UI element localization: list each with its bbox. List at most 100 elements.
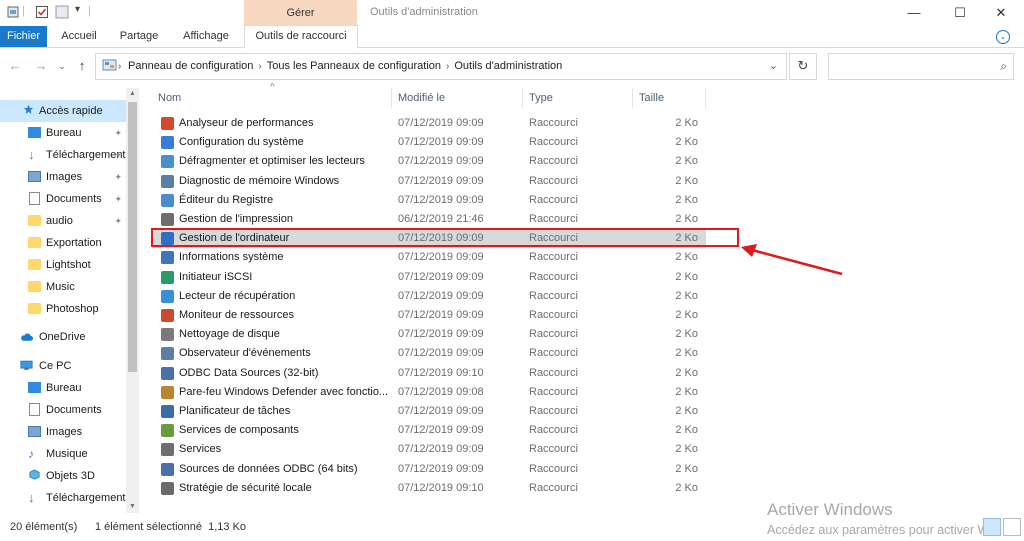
customize-toolbar-icon[interactable]: ▾ — [75, 4, 80, 15]
context-tab-manage[interactable]: Gérer — [244, 0, 357, 26]
file-type: Raccourci — [529, 309, 578, 321]
checkbox-icon[interactable] — [35, 5, 49, 19]
cloud-icon — [21, 333, 33, 341]
nav-item-images[interactable]: Images ✦ — [0, 166, 126, 188]
breadcrumb-item[interactable]: Outils d'administration — [454, 60, 562, 72]
file-row[interactable]: Configuration du système 07/12/2019 09:09… — [152, 133, 706, 152]
forward-button[interactable]: → — [32, 57, 50, 75]
nav-item-photoshop[interactable]: Photoshop — [0, 298, 126, 320]
file-size: 2 Ko — [675, 367, 698, 379]
shortcut-icon — [161, 136, 174, 149]
file-row[interactable]: Planificateur de tâches 07/12/2019 09:09 R… — [152, 402, 706, 421]
scroll-thumb[interactable] — [128, 102, 137, 372]
scroll-down-arrow[interactable]: ▼ — [126, 501, 139, 513]
nav-item-pc-3d-objects[interactable]: Objets 3D — [0, 465, 126, 487]
pin-icon: ✦ — [114, 150, 122, 160]
file-row[interactable]: Sources de données ODBC (64 bits) 07/12/2… — [152, 460, 706, 479]
pictures-icon — [28, 171, 41, 182]
control-panel-icon — [102, 59, 117, 71]
nav-item-audio[interactable]: audio ✦ — [0, 210, 126, 232]
refresh-button[interactable]: ↻ — [789, 53, 817, 80]
minimize-button[interactable]: — — [891, 2, 937, 24]
up-button[interactable]: ↑ — [73, 57, 91, 75]
tab-view[interactable]: Affichage — [176, 26, 236, 47]
nav-item-pc-downloads[interactable]: ↓ Téléchargements — [0, 487, 126, 509]
file-row[interactable]: Défragmenter et optimiser les lecteurs 07… — [152, 152, 706, 171]
file-row[interactable]: Stratégie de sécurité locale 07/12/2019 0… — [152, 479, 706, 498]
file-name: Moniteur de ressources — [179, 309, 294, 321]
file-row[interactable]: Pare-feu Windows Defender avec fonctio..… — [152, 383, 706, 402]
scroll-up-arrow[interactable]: ▲ — [126, 88, 139, 100]
column-header-modified[interactable]: Modifié le — [392, 88, 523, 108]
nav-item-music[interactable]: Music — [0, 276, 126, 298]
nav-item-pc-music[interactable]: ♪ Musique — [0, 443, 126, 465]
column-header-size[interactable]: Taille — [633, 88, 706, 108]
file-size: 2 Ko — [675, 213, 698, 225]
file-row[interactable]: Lecteur de récupération 07/12/2019 09:09 R… — [152, 287, 706, 306]
column-header-name[interactable]: Nom — [152, 88, 392, 108]
column-header-type[interactable]: Type — [523, 88, 633, 108]
nav-item-pc-images[interactable]: Images — [0, 421, 126, 443]
address-bar[interactable]: › Panneau de configuration › Tous les Pann… — [95, 53, 787, 80]
tab-share[interactable]: Partage — [112, 26, 166, 47]
new-folder-icon[interactable] — [55, 5, 69, 19]
breadcrumb-item[interactable]: Panneau de configuration — [128, 60, 253, 72]
file-type: Raccourci — [529, 424, 578, 436]
pin-icon: ✦ — [114, 216, 122, 226]
file-row[interactable]: Services 07/12/2019 09:09 Raccourci 2 Ko — [152, 440, 706, 459]
nav-item-lightshot[interactable]: Lightshot — [0, 254, 126, 276]
file-row[interactable]: Analyseur de performances 07/12/2019 09:0… — [152, 114, 706, 133]
nav-item-quick-access[interactable]: Accès rapide — [0, 100, 126, 122]
file-row[interactable]: Nettoyage de disque 07/12/2019 09:09 Racco… — [152, 325, 706, 344]
nav-item-exportation[interactable]: Exportation — [0, 232, 126, 254]
properties-icon[interactable] — [6, 5, 20, 19]
file-name: Configuration du système — [179, 136, 304, 148]
details-view-button[interactable] — [983, 518, 1001, 536]
tab-home[interactable]: Accueil — [55, 26, 103, 47]
address-dropdown-icon[interactable]: ⌄ — [769, 54, 778, 79]
file-row[interactable]: ODBC Data Sources (32-bit) 07/12/2019 09:… — [152, 364, 706, 383]
nav-item-bureau[interactable]: Bureau ✦ — [0, 122, 126, 144]
shortcut-icon — [161, 309, 174, 322]
file-row[interactable]: Initiateur iSCSI 07/12/2019 09:09 Raccourc… — [152, 268, 706, 287]
tab-file[interactable]: Fichier — [0, 26, 47, 47]
file-type: Raccourci — [529, 405, 578, 417]
file-row[interactable]: Services de composants 07/12/2019 09:09 Ra… — [152, 421, 706, 440]
file-row[interactable]: Gestion de l'impression 06/12/2019 21:46 R… — [152, 210, 706, 229]
close-button[interactable]: ✕ — [978, 2, 1024, 24]
nav-item-pc-documents[interactable]: Documents — [0, 399, 126, 421]
recent-locations-button[interactable]: ⌄ — [53, 57, 71, 75]
nav-item-downloads[interactable]: ↓ Téléchargements ✦ — [0, 144, 126, 166]
search-icon[interactable]: ⌕ — [1000, 59, 1007, 74]
download-icon: ↓ — [28, 490, 35, 505]
nav-item-label: Musique — [46, 448, 88, 460]
nav-item-pc-bureau[interactable]: Bureau — [0, 377, 126, 399]
nav-item-this-pc[interactable]: Ce PC — [0, 355, 126, 377]
nav-item-onedrive[interactable]: OneDrive — [0, 326, 126, 348]
tab-shortcut-tools[interactable]: Outils de raccourci — [244, 25, 358, 49]
breadcrumb-separator[interactable]: › — [258, 61, 261, 72]
breadcrumb-separator: › — [118, 61, 122, 72]
file-row[interactable]: Diagnostic de mémoire Windows 07/12/2019 … — [152, 172, 706, 191]
file-row[interactable]: Moniteur de ressources 07/12/2019 09:09 Ra… — [152, 306, 706, 325]
breadcrumb-item[interactable]: Tous les Panneaux de configuration — [267, 60, 441, 72]
nav-item-documents[interactable]: Documents ✦ — [0, 188, 126, 210]
navigation-pane: Accès rapide Bureau ✦ ↓ Téléchargements … — [0, 88, 140, 513]
music-icon: ♪ — [28, 447, 34, 461]
maximize-button[interactable]: ☐ — [937, 2, 983, 24]
nav-item-label: Images — [46, 171, 83, 183]
nav-item-label: audio — [46, 215, 73, 227]
folder-icon — [28, 303, 41, 314]
back-button[interactable]: ← — [6, 57, 24, 75]
nav-item-label: Music — [46, 281, 75, 293]
breadcrumb-separator[interactable]: › — [446, 61, 449, 72]
file-row[interactable]: Éditeur du Registre 07/12/2019 09:09 Racco… — [152, 191, 706, 210]
search-input[interactable]: ⌕ — [828, 53, 1014, 80]
large-icons-view-button[interactable] — [1003, 518, 1021, 536]
nav-pane-scrollbar[interactable]: ▲ ▼ — [126, 88, 139, 513]
file-row[interactable]: Observateur d'événements 07/12/2019 09:09… — [152, 344, 706, 363]
expand-ribbon-icon[interactable]: ⌄ — [996, 30, 1010, 44]
file-row[interactable]: Informations système 07/12/2019 09:09 Racc… — [152, 248, 706, 267]
file-size: 2 Ko — [675, 136, 698, 148]
file-type: Raccourci — [529, 194, 578, 206]
